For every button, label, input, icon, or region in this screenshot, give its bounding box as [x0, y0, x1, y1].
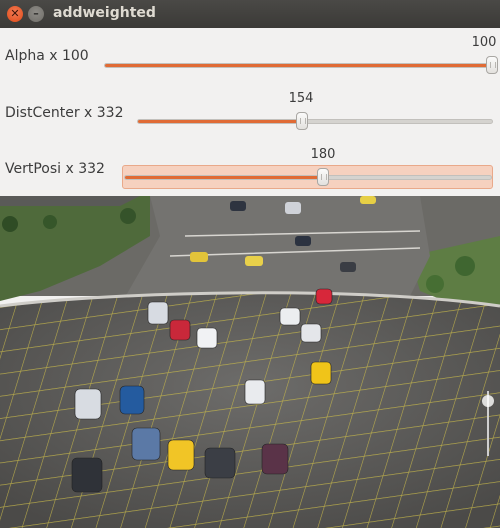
trackbar-panel: Alpha x 100 100 DistCenter x 332 154 Ver…	[0, 28, 500, 196]
window-titlebar: ✕ – addweighted	[0, 0, 500, 28]
trackbar-vertposi[interactable]	[124, 175, 492, 180]
trackbar-value-alpha: 100	[471, 35, 497, 50]
trackbar-fill-vertposi	[125, 176, 324, 179]
close-icon[interactable]: ✕	[7, 6, 23, 22]
trackbar-handle-alpha[interactable]	[486, 56, 498, 74]
trackbar-label-distcenter: DistCenter x 332	[5, 105, 124, 121]
minimize-icon[interactable]: –	[28, 6, 44, 22]
trackbar-handle-distcenter[interactable]	[296, 112, 309, 130]
result-image	[0, 196, 500, 528]
trackbar-label-alpha: Alpha x 100	[5, 48, 89, 64]
trackbar-fill-distcenter	[138, 120, 303, 123]
trackbar-label-vertposi: VertPosi x 332	[5, 161, 105, 177]
trackbar-handle-vertposi[interactable]	[317, 168, 330, 186]
trackbar-distcenter[interactable]	[137, 119, 493, 124]
trackbar-value-vertposi: 180	[310, 147, 336, 162]
trackbar-value-distcenter: 154	[288, 91, 314, 106]
parking-lot-photo	[0, 196, 500, 528]
trackbar-alpha[interactable]	[104, 63, 492, 68]
trackbar-fill-alpha	[105, 64, 491, 67]
window-title: addweighted	[53, 5, 156, 21]
